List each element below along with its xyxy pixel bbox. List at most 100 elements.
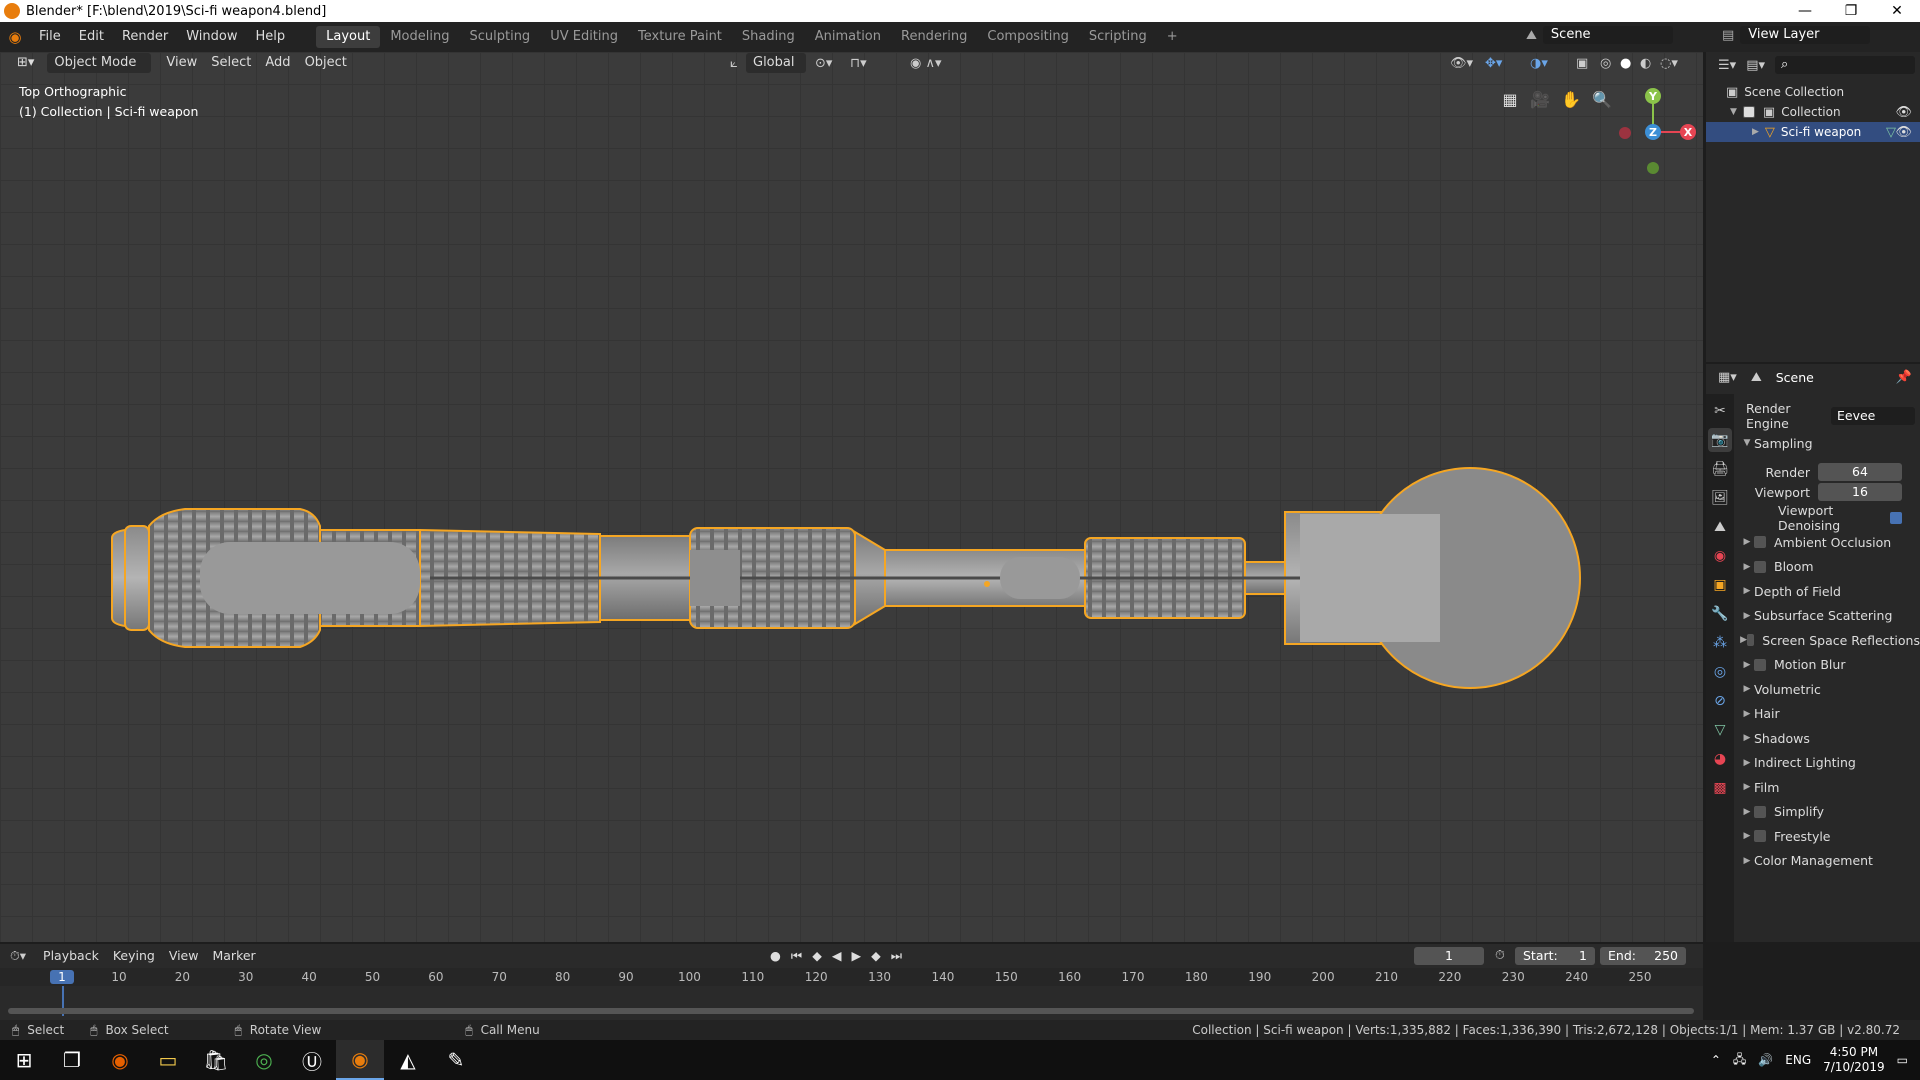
panel-expand-icon[interactable]: ▶ [1740,611,1754,621]
panel-enable-checkbox[interactable] [1754,536,1766,548]
tab-sculpting[interactable]: Sculpting [459,26,540,48]
tab-rendering[interactable]: Rendering [891,26,977,48]
material-tab-icon[interactable]: ◕ [1708,747,1732,771]
outliner-item-sci-fi-weapon[interactable]: Sci-fi weapon [1781,125,1861,139]
modifier-tab-icon[interactable]: 🔧 [1708,602,1732,626]
panel-expand-icon[interactable]: ▶ [1740,807,1754,817]
panel-expand-icon[interactable]: ▶ [1740,709,1754,719]
panel-enable-checkbox[interactable] [1754,805,1766,818]
object-visibility-icon[interactable]: 👁 [1895,125,1912,140]
unreal-engine-icon[interactable]: Ⓤ [288,1040,336,1080]
panel-freestyle[interactable]: ▶ Freestyle [1734,824,1920,848]
menu-keying[interactable]: Keying [106,946,162,966]
menu-window[interactable]: Window [177,26,246,48]
file-explorer-icon[interactable]: ▭ [144,1040,192,1080]
sampling-panel-header[interactable]: Sampling [1754,436,1813,451]
particles-tab-icon[interactable]: ⁂ [1708,631,1732,655]
3d-viewport[interactable]: ⊞▾ Object Mode View Select Add Object ⟀ … [0,52,1703,942]
panel-enable-checkbox[interactable] [1754,830,1766,842]
tab-animation[interactable]: Animation [805,26,891,48]
panel-expand-icon[interactable]: ▶ [1740,562,1754,572]
prev-keyframe-icon[interactable]: ◆ [812,948,822,964]
next-keyframe-icon[interactable]: ◆ [871,948,881,964]
store-icon[interactable]: 🛍 [192,1040,240,1080]
menu-help[interactable]: Help [247,26,295,48]
tab-scripting[interactable]: Scripting [1079,26,1157,48]
panel-volumetric[interactable]: ▶ Volumetric [1734,677,1920,701]
panel-indirect-lighting[interactable]: ▶ Indirect Lighting [1734,751,1920,775]
unity-icon[interactable]: ◭ [384,1040,432,1080]
panel-expand-icon[interactable]: ▶ [1740,782,1754,792]
tab-uv-editing[interactable]: UV Editing [540,26,628,48]
render-samples-field[interactable]: 64 [1818,463,1902,481]
panel-expand-icon[interactable]: ▶ [1740,660,1754,670]
properties-editor-type-icon[interactable]: ▦▾ [1718,370,1737,385]
panel-ambient-occlusion[interactable]: ▶ Ambient Occlusion [1734,530,1920,554]
tab-layout[interactable]: Layout [316,26,381,48]
current-frame-field[interactable]: 1 [1414,947,1484,965]
maximize-button[interactable]: ❐ [1828,0,1874,22]
scene-tab-icon[interactable]: ⛰ [1708,515,1732,539]
panel-shadows[interactable]: ▶ Shadows [1734,726,1920,750]
sci-fi-weapon-model[interactable] [0,52,1703,942]
menu-marker[interactable]: Marker [205,946,262,966]
display-mode-icon[interactable]: ▤▾ [1746,58,1765,73]
language-indicator[interactable]: ENG [1785,1053,1811,1067]
blender-taskbar-icon[interactable]: ◉ [336,1040,384,1080]
task-view-icon[interactable]: ❐ [48,1040,96,1080]
panel-depth-of-field[interactable]: ▶ Depth of Field [1734,579,1920,603]
panel-hair[interactable]: ▶ Hair [1734,702,1920,726]
panel-expand-icon[interactable]: ▶ [1740,856,1754,866]
collection-expand-icon[interactable]: ▼ [1730,107,1737,117]
constraints-tab-icon[interactable]: ⊘ [1708,689,1732,713]
firefox-icon[interactable]: ◉ [96,1040,144,1080]
volume-icon[interactable]: 🔊 [1758,1053,1773,1067]
panel-expand-icon[interactable]: ▶ [1740,684,1754,694]
clock[interactable]: 4:50 PM 7/10/2019 [1823,1045,1885,1075]
use-preview-range-icon[interactable]: ⏱ [1495,947,1505,963]
menu-render[interactable]: Render [113,26,177,48]
timeline-scrollbar[interactable] [8,1008,1694,1014]
panel-film[interactable]: ▶ Film [1734,775,1920,799]
view-layer-selector[interactable]: View Layer [1740,26,1871,44]
collection-visibility-icon[interactable]: 👁 [1895,105,1912,120]
panel-screen-space-reflections[interactable]: ▶ Screen Space Reflections [1734,628,1920,652]
tool-tab-icon[interactable]: ✂ [1708,399,1732,423]
render-engine-dropdown[interactable]: Eevee [1831,407,1915,425]
outliner-item-collection[interactable]: Collection [1781,105,1840,119]
notifications-icon[interactable]: ▭ [1897,1053,1908,1067]
object-expand-icon[interactable]: ▶ [1752,127,1759,137]
menu-edit[interactable]: Edit [70,26,113,48]
add-workspace-button[interactable]: + [1157,26,1188,48]
panel-expand-icon[interactable]: ▶ [1740,758,1754,768]
scene-selector[interactable]: Scene [1542,26,1673,44]
panel-simplify[interactable]: ▶ Simplify [1734,800,1920,824]
tray-chevron-icon[interactable]: ⌃ [1711,1053,1721,1067]
tab-texture-paint[interactable]: Texture Paint [628,26,732,48]
jump-end-icon[interactable]: ⏭ [891,948,902,964]
render-tab-icon[interactable]: 📷 [1708,428,1732,452]
panel-expand-icon[interactable]: ▶ [1740,635,1747,645]
menu-playback[interactable]: Playback [36,946,106,966]
outliner-editor-type-icon[interactable]: ☰▾ [1718,58,1736,73]
pin-icon[interactable]: 📌 [1896,370,1912,385]
menu-file[interactable]: File [30,26,70,48]
panel-motion-blur[interactable]: ▶ Motion Blur [1734,653,1920,677]
play-reverse-icon[interactable]: ◀ [832,948,842,964]
tab-modeling[interactable]: Modeling [380,26,459,48]
panel-bloom[interactable]: ▶ Bloom [1734,555,1920,579]
viewport-denoising-checkbox[interactable] [1890,512,1902,524]
close-button[interactable]: ✕ [1874,0,1920,22]
output-tab-icon[interactable]: 🖨 [1708,457,1732,481]
panel-color-management[interactable]: ▶ Color Management [1734,849,1920,873]
tab-compositing[interactable]: Compositing [977,26,1079,48]
object-tab-icon[interactable]: ▣ [1708,573,1732,597]
panel-expand-icon[interactable]: ▶ [1740,831,1754,841]
panel-enable-checkbox[interactable] [1754,560,1766,573]
menu-timeline-view[interactable]: View [162,946,206,966]
texture-tab-icon[interactable]: ▩ [1708,776,1732,800]
end-frame-field[interactable]: End: 250 [1600,947,1686,965]
world-tab-icon[interactable]: ◉ [1708,544,1732,568]
record-icon[interactable]: ● [770,948,781,964]
windows-start-icon[interactable]: ⊞ [0,1040,48,1080]
